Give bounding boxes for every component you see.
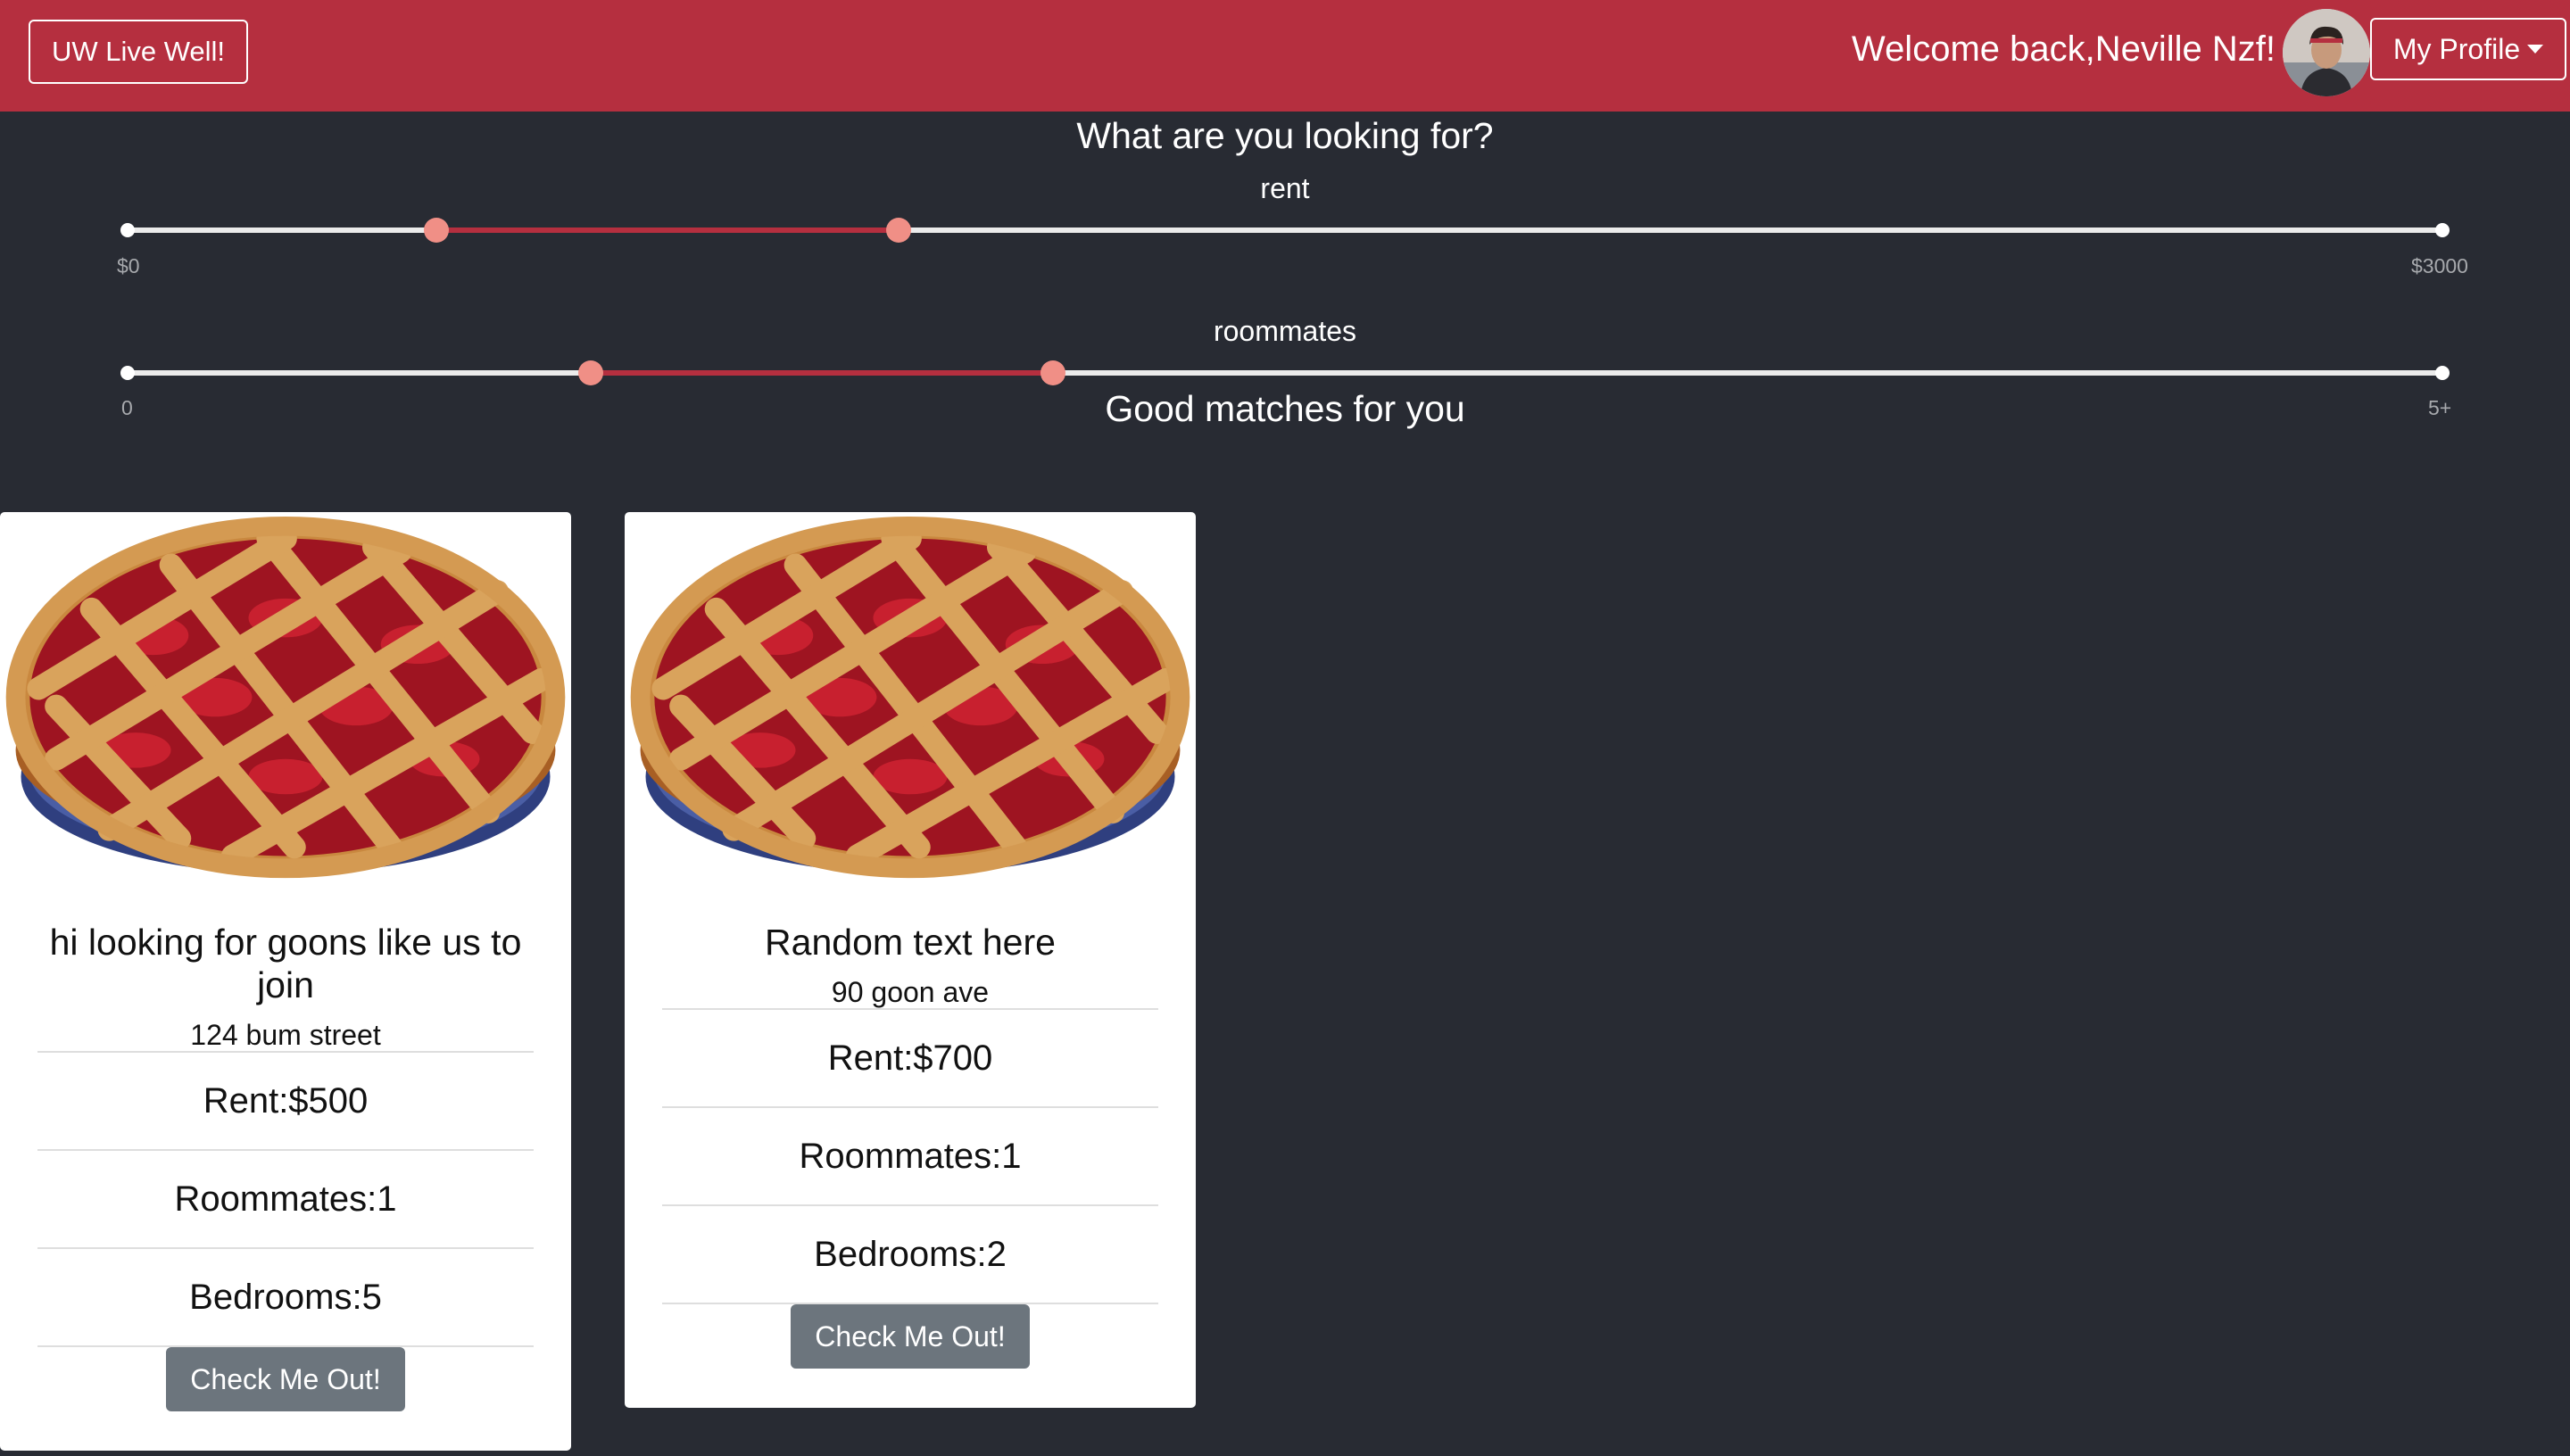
- listing-card[interactable]: hi looking for goons like us to join 124…: [0, 512, 571, 1451]
- my-profile-dropdown[interactable]: My Profile: [2370, 18, 2566, 80]
- cherry-pie-image: [0, 512, 571, 891]
- roommates-slider-end-dot: [2435, 366, 2450, 380]
- listing-address: 124 bum street: [190, 1019, 381, 1051]
- rent-min-handle[interactable]: [424, 218, 449, 243]
- listing-rent: Rent:$700: [662, 1008, 1158, 1106]
- rent-max-handle[interactable]: [886, 218, 911, 243]
- listing-title: hi looking for goons like us to join: [49, 922, 522, 1005]
- rent-slider-start-dot: [120, 223, 135, 237]
- rent-slider[interactable]: [120, 218, 2450, 243]
- listing-roommates: Roommates:1: [662, 1106, 1158, 1204]
- roommates-slider-range: [591, 370, 1053, 376]
- search-heading: What are you looking for?: [1076, 115, 1494, 156]
- navbar: UW Live Well! Welcome back,Neville Nzf! …: [0, 0, 2570, 112]
- rent-slider-range: [436, 228, 899, 233]
- caret-down-icon: [2527, 44, 2544, 54]
- rent-slider-end-dot: [2435, 223, 2450, 237]
- listing-bedrooms: Bedrooms:5: [37, 1247, 534, 1345]
- listing-card[interactable]: Random text here 90 goon ave Rent:$700 R…: [625, 512, 1196, 1408]
- rent-min-label: $0: [117, 254, 140, 277]
- roommates-slider-start-dot: [120, 366, 135, 380]
- roommates-slider[interactable]: [120, 360, 2450, 385]
- roommates-slider-label: roommates: [1213, 315, 1357, 347]
- check-me-out-button[interactable]: Check Me Out!: [166, 1347, 405, 1411]
- listing-roommates: Roommates:1: [37, 1149, 534, 1247]
- rent-max-label: $3000: [2411, 254, 2468, 277]
- listing-title: Random text here: [765, 922, 1056, 963]
- matches-heading: Good matches for you: [1105, 388, 1465, 429]
- rent-slider-label: rent: [1260, 172, 1310, 204]
- my-profile-label: My Profile: [2392, 33, 2521, 65]
- brand-button[interactable]: UW Live Well!: [29, 20, 248, 84]
- user-avatar-icon: [2283, 9, 2370, 96]
- check-me-out-button[interactable]: Check Me Out!: [791, 1304, 1030, 1369]
- listing-bedrooms: Bedrooms:2: [662, 1204, 1158, 1303]
- cherry-pie-image: [625, 512, 1196, 891]
- avatar[interactable]: [2283, 9, 2370, 96]
- welcome-message: Welcome back,Neville Nzf!: [1852, 29, 2276, 69]
- roommates-min-handle[interactable]: [578, 360, 603, 385]
- listing-rent: Rent:$500: [37, 1051, 534, 1149]
- listing-address: 90 goon ave: [831, 976, 990, 1008]
- roommates-max-handle[interactable]: [1040, 360, 1065, 385]
